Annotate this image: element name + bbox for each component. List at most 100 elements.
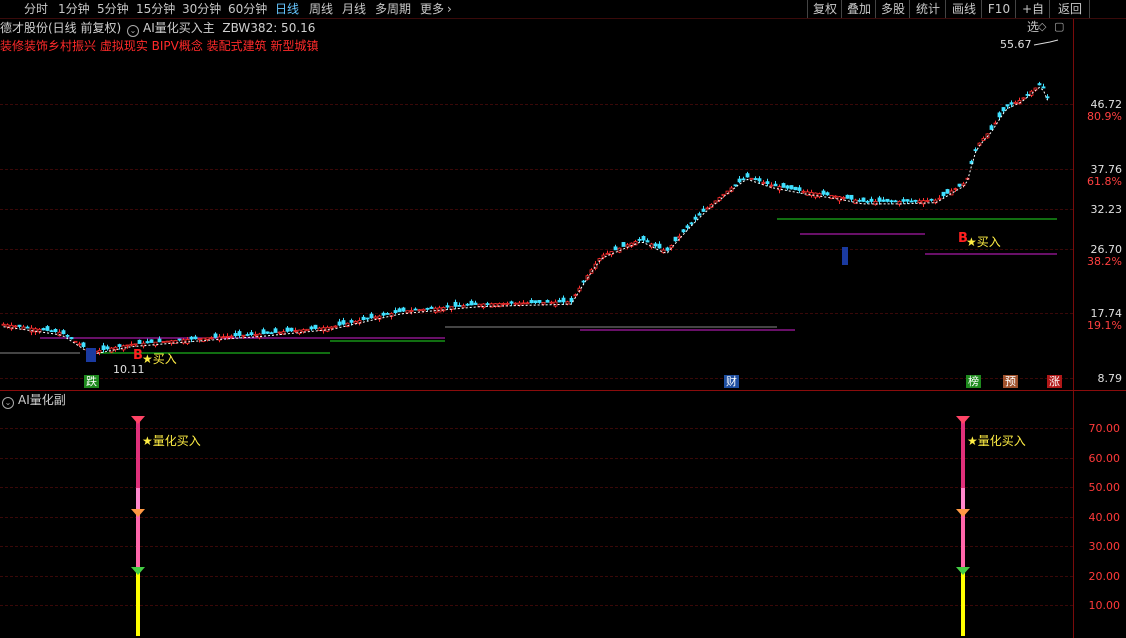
candle-body bbox=[49, 330, 54, 333]
diamond-icon bbox=[956, 567, 970, 575]
candle-body bbox=[73, 340, 78, 343]
candle-body bbox=[417, 309, 422, 312]
sub-tick: 30.00 bbox=[1088, 540, 1121, 553]
candle-body bbox=[997, 112, 1002, 118]
candle-body bbox=[973, 149, 978, 152]
candle-body bbox=[289, 327, 294, 332]
candle-body bbox=[957, 183, 962, 187]
diamond-icon bbox=[131, 567, 145, 575]
highlight-candle bbox=[842, 247, 848, 265]
candle-body bbox=[1021, 97, 1026, 100]
grid-line bbox=[0, 458, 1073, 459]
candle-body bbox=[925, 200, 930, 202]
candle-body bbox=[81, 342, 86, 347]
candle-body bbox=[753, 178, 758, 181]
candle-body bbox=[673, 236, 678, 242]
candle-body bbox=[25, 326, 30, 329]
candle-body bbox=[741, 178, 746, 181]
event-tag-forecast[interactable]: 预 bbox=[1003, 375, 1018, 388]
candle-body bbox=[333, 325, 338, 328]
candle-body bbox=[1037, 83, 1042, 86]
candle-body bbox=[505, 302, 510, 305]
buy-signal-label: ★买入 bbox=[966, 235, 1001, 249]
candle-body bbox=[693, 216, 698, 220]
candle-body bbox=[457, 305, 462, 307]
sub-tick: 20.00 bbox=[1088, 570, 1121, 583]
candle-body bbox=[205, 337, 210, 340]
candle-body bbox=[793, 186, 798, 191]
candle-body bbox=[1009, 102, 1014, 105]
sub-indicator-settings-icon[interactable]: ⌄ bbox=[2, 397, 14, 409]
event-tag-drop[interactable]: 跌 bbox=[84, 375, 99, 388]
buy-signal-label: ★买入 bbox=[142, 352, 177, 366]
candle-body bbox=[749, 177, 754, 180]
quant-buy-signal: ★量化买入 bbox=[142, 434, 201, 448]
candle-body bbox=[545, 300, 550, 303]
candle-body bbox=[529, 300, 534, 304]
candle-body bbox=[465, 303, 470, 306]
candle-body bbox=[349, 320, 354, 323]
candle-body bbox=[189, 336, 194, 340]
candle-body bbox=[929, 198, 934, 201]
candle-body bbox=[5, 324, 10, 328]
candle-body bbox=[133, 343, 138, 346]
candle-body bbox=[229, 335, 234, 338]
candle-body bbox=[889, 200, 894, 203]
grid-line bbox=[0, 605, 1073, 606]
event-tag-rank[interactable]: 榜 bbox=[966, 375, 981, 388]
candle-body bbox=[29, 327, 34, 333]
candle-body bbox=[701, 208, 706, 212]
candle-body bbox=[397, 308, 402, 313]
candle-body bbox=[849, 194, 854, 200]
candle-body bbox=[705, 207, 710, 210]
candle-body bbox=[157, 338, 162, 343]
candle-body bbox=[97, 350, 102, 353]
candle-body bbox=[989, 125, 994, 130]
candle-body bbox=[769, 184, 774, 187]
panel-divider[interactable] bbox=[0, 390, 1126, 391]
candle-body bbox=[177, 338, 182, 341]
candle-body bbox=[337, 321, 342, 326]
candle-body bbox=[1013, 101, 1018, 104]
candle-body bbox=[485, 303, 490, 305]
candle-body bbox=[77, 343, 82, 346]
quant-buy-signal: ★量化买入 bbox=[967, 434, 1026, 448]
candle-body bbox=[405, 310, 410, 314]
candle-body bbox=[549, 301, 554, 304]
candle-body bbox=[469, 300, 474, 306]
candle-body bbox=[953, 188, 958, 190]
candle-body bbox=[757, 178, 762, 182]
maximize-icon[interactable]: ▢ bbox=[1054, 20, 1064, 33]
candle-body bbox=[241, 334, 246, 337]
candle-body bbox=[917, 200, 922, 203]
sub-indicator-name[interactable]: AI量化副 bbox=[18, 393, 66, 407]
candle-body bbox=[277, 331, 282, 334]
candle-body bbox=[137, 339, 142, 344]
candle-body bbox=[1001, 107, 1006, 112]
price-axis-line bbox=[1073, 19, 1074, 638]
candle-body bbox=[501, 303, 506, 305]
candle-body bbox=[737, 178, 742, 183]
candle-body bbox=[209, 337, 214, 339]
candle-body bbox=[61, 330, 66, 335]
candle-body bbox=[257, 333, 262, 339]
event-tag-rise[interactable]: 涨 bbox=[1047, 375, 1062, 388]
collapse-diamond-icon[interactable]: ◇ bbox=[1038, 20, 1046, 33]
candle-body bbox=[605, 252, 610, 255]
candle-body bbox=[149, 339, 154, 343]
candle-body bbox=[221, 336, 226, 339]
pct-tick: 38.2% bbox=[1087, 255, 1122, 268]
back-button[interactable] bbox=[1089, 0, 1126, 18]
candle-body bbox=[65, 334, 70, 337]
candle-body bbox=[461, 305, 466, 308]
event-tag-finance[interactable]: 财 bbox=[724, 375, 739, 388]
candle-body bbox=[477, 303, 482, 307]
sub-tick: 60.00 bbox=[1088, 452, 1121, 465]
candle-body bbox=[293, 330, 298, 332]
diamond-icon bbox=[956, 509, 970, 517]
candle-body bbox=[901, 199, 906, 202]
candlestick-chart[interactable] bbox=[0, 0, 1073, 390]
candle-body bbox=[445, 305, 450, 308]
signal-bar-left bbox=[131, 416, 145, 636]
candle-body bbox=[1025, 94, 1030, 96]
